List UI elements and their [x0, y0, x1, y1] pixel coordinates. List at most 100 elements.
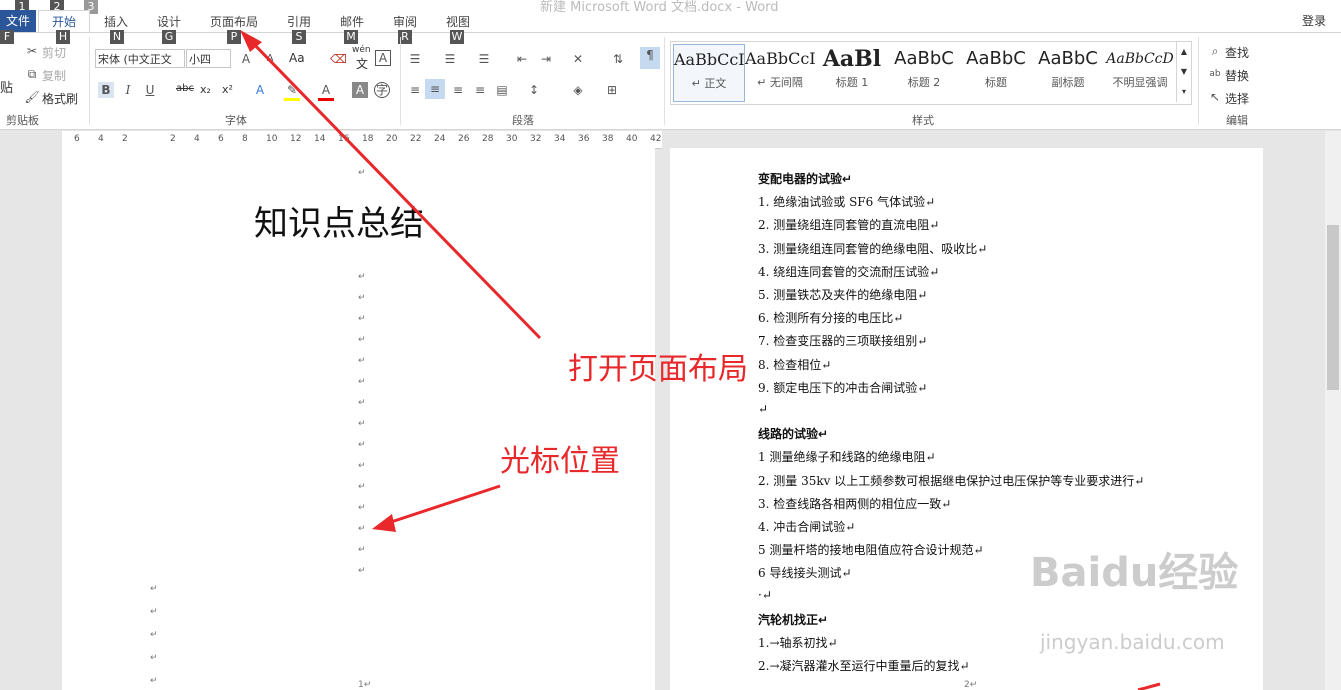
page-1[interactable]: ↵ 知识点总结 ↵ ↵ ↵ ↵ ↵ ↵ ↵ ↵ ↵ ↵ ↵ ↵ ↵ ↵ ↵ ↵ ↵ ↵ ↵ ↵ 1↵: [62, 148, 655, 690]
paragraph-mark: ↵: [358, 461, 366, 471]
text-line: 3. 测量绕组连同套管的绝缘电阻、吸收比↵: [758, 241, 988, 256]
ruler-tick: 2: [122, 134, 128, 144]
replace-button[interactable]: 替换: [1225, 67, 1249, 84]
styles-group-label: 样式: [912, 114, 934, 127]
phonetic-guide-button[interactable]: wén: [352, 45, 371, 55]
select-button[interactable]: 选择: [1225, 90, 1249, 107]
style-subtle-emphasis[interactable]: AaBbCcD 不明显强调: [1105, 44, 1175, 100]
copy-icon: ⧉: [27, 67, 37, 81]
distributed-icon[interactable]: ▤: [494, 82, 510, 98]
shrink-font-icon[interactable]: A: [262, 51, 278, 67]
ruler-tick: 18: [362, 134, 374, 144]
annotation-cursor-position: 光标位置: [500, 444, 620, 479]
tab-insert[interactable]: 插入: [104, 13, 128, 30]
paragraph-mark: ↵: [150, 584, 158, 594]
text-line: 8. 检查相位↵: [758, 357, 832, 372]
tab-mailings[interactable]: 邮件: [340, 13, 364, 30]
paragraph-mark: ↵: [358, 335, 366, 345]
justify-icon[interactable]: ≡: [472, 82, 488, 98]
copy-button[interactable]: 复制: [42, 67, 66, 84]
tab-references[interactable]: 引用: [287, 13, 311, 30]
text-effects-icon[interactable]: A: [252, 82, 268, 98]
horizontal-ruler[interactable]: 6 4 2 2 4 6 8 10 12 14 16 18 20 22 24 26 28 30 32 34 36 38 40 4…: [62, 131, 662, 149]
ruler-tick: 6: [74, 134, 80, 144]
enclose-char-icon[interactable]: 字: [374, 82, 390, 98]
char-shading-icon[interactable]: A: [352, 82, 368, 98]
divider: [664, 37, 665, 125]
find-button[interactable]: 查找: [1225, 44, 1249, 61]
style-sample: AaBbC: [1038, 48, 1098, 69]
ruler-tick: 22: [410, 134, 422, 144]
styles-scroll-control[interactable]: ▲ ▼ ▾: [1176, 42, 1191, 102]
char-border-icon[interactable]: A: [375, 50, 391, 66]
underline-button[interactable]: U: [142, 82, 158, 98]
paragraph-mark: ↵: [358, 356, 366, 366]
font-color-icon[interactable]: A: [318, 82, 334, 101]
paste-button[interactable]: 贴: [0, 77, 13, 96]
style-title[interactable]: AaBbC 标题: [961, 44, 1031, 100]
divider: [1198, 37, 1199, 125]
login-link[interactable]: 登录: [1302, 12, 1326, 29]
ruler-tick: 6: [218, 134, 224, 144]
keytip-g: G: [162, 30, 176, 44]
tab-view[interactable]: 视图: [446, 13, 470, 30]
style-name: 标题 2: [907, 76, 941, 89]
scrollbar-thumb[interactable]: [1327, 225, 1339, 390]
text-line: 2. 测量绕组连同套管的直流电阻↵: [758, 218, 940, 233]
font-group-label: 字体: [225, 114, 247, 127]
paragraph-mark: ↵: [358, 293, 366, 303]
text-line: 1 测量绝缘子和线路的绝缘电阻↵: [758, 450, 936, 465]
bold-button[interactable]: B: [98, 82, 114, 98]
numbering-icon[interactable]: ☰: [442, 51, 458, 67]
strikethrough-button[interactable]: abc: [176, 83, 194, 94]
paragraph-group-label: 段落: [512, 114, 534, 127]
align-right-icon[interactable]: ≡: [450, 82, 466, 98]
ruler-tick: 26: [458, 134, 470, 144]
italic-button[interactable]: I: [120, 82, 136, 98]
style-normal[interactable]: AaBbCcI ↵ 正文: [673, 44, 745, 102]
text-line: 6. 检测所有分接的电压比↵: [758, 311, 904, 326]
format-painter-button[interactable]: 格式刷: [42, 90, 78, 107]
align-left-icon[interactable]: ≡: [407, 82, 423, 98]
bullets-icon[interactable]: ☰: [407, 51, 423, 67]
show-marks-icon[interactable]: ¶: [640, 47, 660, 69]
superscript-button[interactable]: x²: [222, 83, 233, 96]
tab-design[interactable]: 设计: [157, 13, 181, 30]
tab-page-layout[interactable]: 页面布局: [210, 13, 258, 30]
divider: [400, 37, 401, 125]
change-case-button[interactable]: Aa: [289, 51, 305, 65]
page-number: 2↵: [964, 680, 978, 690]
style-no-spacing[interactable]: AaBbCcI ↵ 无间隔: [745, 44, 816, 100]
text-line: 9. 额定电压下的冲击合闸试验↵: [758, 380, 928, 395]
style-heading-2[interactable]: AaBbC 标题 2: [889, 44, 959, 100]
font-size-combo[interactable]: 小四: [186, 49, 231, 68]
sort-icon[interactable]: ⇅: [610, 51, 626, 67]
paragraph-mark: ↵: [358, 566, 366, 576]
ruler-tick: 36: [578, 134, 590, 144]
ruler-tick: 34: [554, 134, 566, 144]
grow-font-icon[interactable]: A: [238, 51, 254, 67]
highlight-icon[interactable]: ✎: [284, 82, 300, 101]
multilevel-list-icon[interactable]: ☰: [476, 51, 492, 67]
style-name: 标题 1: [835, 76, 869, 89]
vertical-scrollbar[interactable]: [1325, 131, 1341, 690]
increase-indent-icon[interactable]: ⇥: [538, 51, 554, 67]
clear-format-icon[interactable]: ⌫: [330, 51, 347, 67]
font-name-combo[interactable]: 宋体 (中文正文: [95, 49, 185, 68]
keytip-n: N: [110, 30, 124, 44]
cut-button[interactable]: 剪切: [42, 44, 66, 61]
chinese-layout-icon[interactable]: ✕: [570, 51, 586, 67]
shading-icon[interactable]: ◈: [570, 82, 586, 98]
borders-icon[interactable]: ⊞: [604, 82, 620, 98]
style-subtitle[interactable]: AaBbC 副标题: [1033, 44, 1103, 100]
keytip-f: F: [0, 30, 14, 44]
style-heading-1[interactable]: AaBl 标题 1: [817, 44, 887, 100]
tab-review[interactable]: 审阅: [393, 13, 417, 30]
align-center-icon[interactable]: ≡: [425, 79, 445, 99]
line-spacing-icon[interactable]: ↕: [526, 82, 542, 98]
subscript-button[interactable]: x₂: [200, 83, 211, 96]
paragraph-mark: ↵: [358, 503, 366, 513]
decrease-indent-icon[interactable]: ⇤: [514, 51, 530, 67]
page-2[interactable]: 变配电器的试验↵ 1. 绝缘油试验或 SF6 气体试验↵ 2. 测量绕组连同套管的直…: [670, 148, 1263, 690]
tab-file[interactable]: 文件: [0, 10, 36, 32]
